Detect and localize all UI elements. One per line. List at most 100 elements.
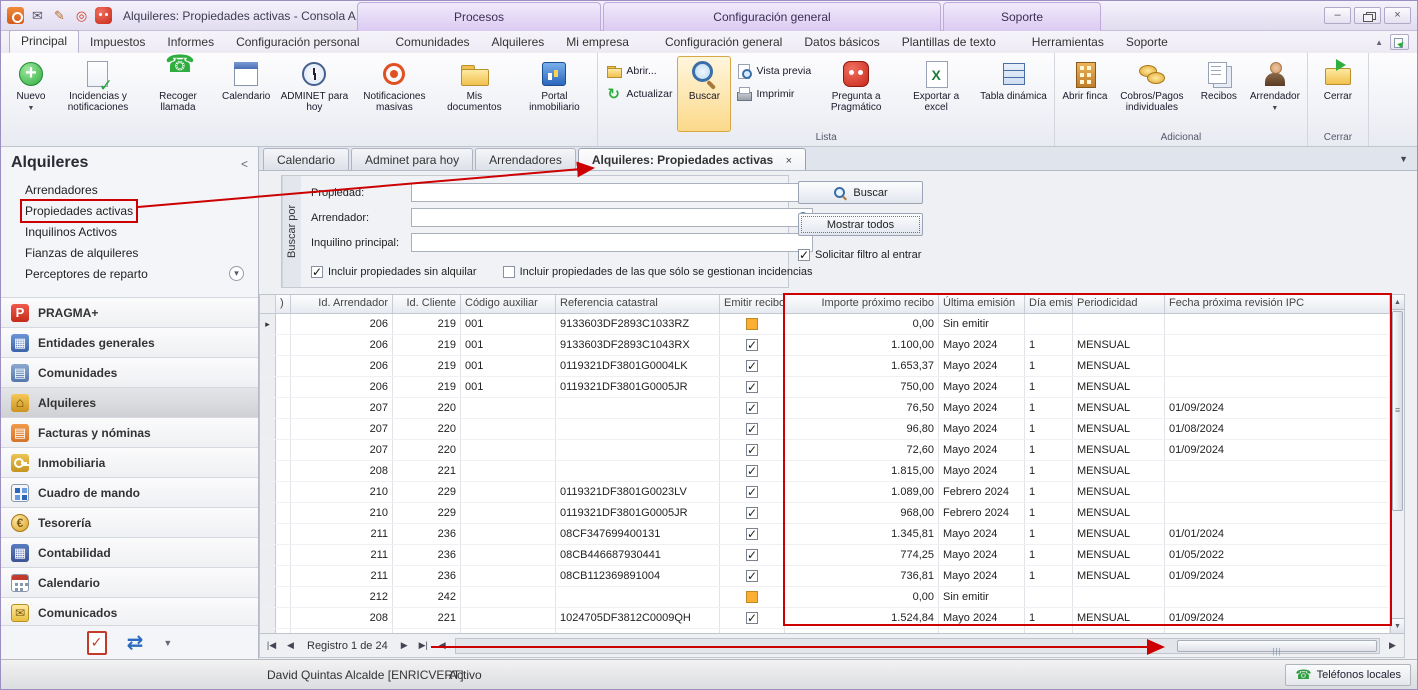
checked-checkbox-icon[interactable] bbox=[746, 423, 758, 435]
checked-checkbox-icon[interactable] bbox=[746, 570, 758, 582]
pending-checkbox-icon[interactable] bbox=[746, 591, 758, 603]
column-header[interactable]: Fecha próxima revisión IPC bbox=[1165, 295, 1390, 313]
sidebar-item[interactable]: Propiedades activas ▾ bbox=[23, 201, 258, 222]
table-row[interactable]: 20722076,50Mayo 20241MENSUAL01/09/2024 bbox=[260, 398, 1390, 419]
search-field-input[interactable] bbox=[411, 233, 813, 252]
ribbon-button[interactable]: Recoger llamada bbox=[138, 56, 218, 132]
ribbon-tab[interactable]: Principal bbox=[9, 30, 79, 53]
ribbon-small-button[interactable]: Actualizar bbox=[606, 86, 672, 102]
table-row[interactable]: 2062190019133603DF2893C1043RX1.100,00May… bbox=[260, 335, 1390, 356]
sidebar-module[interactable]: Contabilidad bbox=[1, 537, 258, 567]
scroll-down-icon[interactable]: ▼ bbox=[1391, 618, 1404, 633]
ribbon-button[interactable]: Pregunta a Pragmático bbox=[816, 56, 896, 132]
checked-checkbox-icon[interactable] bbox=[746, 528, 758, 540]
table-row[interactable]: 2102290119321DF3801G0023LV1.089,00Febrer… bbox=[260, 482, 1390, 503]
table-row[interactable]: 20722072,60Mayo 20241MENSUAL01/09/2024 bbox=[260, 440, 1390, 461]
sidebar-module[interactable]: Comunidades bbox=[1, 357, 258, 387]
ribbon-button[interactable]: Nuevo ▼ bbox=[4, 56, 58, 132]
table-row[interactable]: 20722096,80Mayo 20241MENSUAL01/08/2024 bbox=[260, 419, 1390, 440]
sidebar-module[interactable]: Tesorería bbox=[1, 507, 258, 537]
table-row[interactable]: 2082211024705DF3812C0009QH1.524,84Mayo 2… bbox=[260, 608, 1390, 629]
column-header[interactable]: Id. Cliente bbox=[393, 295, 461, 313]
ribbon-button[interactable]: Cerrar bbox=[1311, 56, 1365, 132]
table-row[interactable]: 2082211024705DF3812C0010QH917,09Mayo 202… bbox=[260, 629, 1390, 633]
ribbon-tab[interactable]: Informes bbox=[156, 32, 225, 53]
ribbon-tab[interactable]: Configuración personal bbox=[225, 32, 370, 53]
table-row[interactable]: 2082211.815,00Mayo 20241MENSUAL bbox=[260, 461, 1390, 482]
collapse-ribbon-icon[interactable]: ▲ bbox=[1375, 38, 1383, 47]
sidebar-module[interactable]: Inmobiliaria bbox=[1, 447, 258, 477]
hscrollbar-thumb[interactable]: ||| bbox=[1177, 640, 1377, 652]
column-header[interactable]: Día emisión bbox=[1025, 295, 1073, 313]
ribbon-button[interactable]: Recibos bbox=[1192, 56, 1246, 132]
ribbon-button[interactable]: Portal inmobiliario bbox=[514, 56, 594, 132]
checked-checkbox-icon[interactable] bbox=[746, 339, 758, 351]
ribbon-tab[interactable]: Herramientas bbox=[1021, 32, 1115, 53]
ribbon-button[interactable]: Notificaciones masivas bbox=[354, 56, 434, 132]
app-icon[interactable] bbox=[7, 7, 24, 24]
table-row[interactable]: 21123608CB112369891004736,81Mayo 20241ME… bbox=[260, 566, 1390, 587]
filter-checkbox[interactable]: Incluir propiedades sin alquilar bbox=[311, 266, 477, 278]
prev-record-button[interactable]: ◀ bbox=[282, 637, 299, 655]
sync-arrows-icon[interactable]: ⇄ bbox=[127, 630, 144, 655]
ribbon-button[interactable]: ADMINET para hoy bbox=[274, 56, 354, 132]
checked-checkbox-icon[interactable] bbox=[746, 486, 758, 498]
table-row[interactable]: ▸2062190019133603DF2893C1033RZ0,00Sin em… bbox=[260, 314, 1390, 335]
sidebar-item[interactable]: Repartos a perceptores ▾ bbox=[23, 285, 258, 288]
document-tab[interactable]: Alquileres: Propiedades activas × bbox=[578, 148, 806, 170]
sidebar-module[interactable]: Entidades generales bbox=[1, 327, 258, 357]
tasks-checklist-icon[interactable]: ✓ bbox=[87, 631, 107, 655]
table-row[interactable]: 2062190010119321DF3801G0005JR750,00Mayo … bbox=[260, 377, 1390, 398]
column-header[interactable]: Referencia catastral bbox=[556, 295, 720, 313]
ribbon-tab[interactable]: Comunidades bbox=[385, 32, 481, 53]
sidebar-module[interactable]: Comunicados bbox=[1, 597, 258, 627]
vscrollbar-thumb[interactable]: ≡ bbox=[1392, 311, 1403, 511]
sidebar-item[interactable]: Perceptores de reparto ▾ bbox=[23, 264, 258, 285]
pending-checkbox-icon[interactable] bbox=[746, 318, 758, 330]
mail-icon[interactable]: ✉ bbox=[29, 7, 46, 24]
checked-checkbox-icon[interactable] bbox=[746, 402, 758, 414]
search-field-input[interactable] bbox=[411, 208, 813, 227]
checked-checkbox-icon[interactable] bbox=[746, 612, 758, 624]
table-row[interactable]: 21123608CB446687930441774,25Mayo 20241ME… bbox=[260, 545, 1390, 566]
checked-checkbox-icon[interactable] bbox=[746, 507, 758, 519]
minimize-button[interactable]: – bbox=[1324, 7, 1351, 24]
scroll-down-circle-icon[interactable]: ▾ bbox=[229, 266, 244, 281]
sidebar-module[interactable]: Calendario bbox=[1, 567, 258, 597]
sidebar-module[interactable]: Alquileres bbox=[1, 387, 258, 417]
notifications-icon[interactable]: ◎ bbox=[73, 7, 90, 24]
ribbon-small-button[interactable]: Abrir... bbox=[606, 63, 656, 79]
checked-checkbox-icon[interactable] bbox=[746, 465, 758, 477]
ribbon-tab[interactable]: Plantillas de texto bbox=[891, 32, 1007, 53]
checked-checkbox-icon[interactable] bbox=[746, 381, 758, 393]
footer-dropdown-icon[interactable]: ▼ bbox=[163, 638, 172, 648]
sidebar-module[interactable]: Cuadro de mando bbox=[1, 477, 258, 507]
tab-list-dropdown-icon[interactable]: ▼ bbox=[1399, 154, 1408, 164]
ribbon-tab[interactable]: Impuestos bbox=[79, 32, 156, 53]
sidebar-module[interactable]: PRAGMA+ bbox=[1, 297, 258, 327]
checked-checkbox-icon[interactable] bbox=[746, 444, 758, 456]
ribbon-button[interactable]: Calendario bbox=[218, 56, 274, 132]
column-header[interactable]: Periodicidad bbox=[1073, 295, 1165, 313]
ribbon-tab[interactable]: Mi empresa bbox=[555, 32, 640, 53]
ribbon-button[interactable]: Abrir finca bbox=[1058, 56, 1112, 132]
vertical-scrollbar[interactable]: ▲ ≡ ▼ bbox=[1390, 295, 1404, 633]
ribbon-tab[interactable]: Configuración general bbox=[654, 32, 793, 53]
collapse-sidebar-icon[interactable]: < bbox=[241, 157, 248, 171]
hscroll-left-button[interactable]: ◀ bbox=[434, 637, 451, 655]
ribbon-button[interactable]: Cobros/Pagos individuales bbox=[1112, 56, 1192, 132]
sidebar-item[interactable]: Arrendadores ▾ bbox=[23, 180, 258, 201]
search-field-input[interactable] bbox=[411, 183, 813, 202]
table-row[interactable]: 21123608CF3476994001311.345,81Mayo 20241… bbox=[260, 524, 1390, 545]
ribbon-button[interactable]: Mis documentos bbox=[434, 56, 514, 132]
close-tab-icon[interactable]: × bbox=[786, 155, 792, 167]
ribbon-tab[interactable]: Datos básicos bbox=[793, 32, 890, 53]
document-tab[interactable]: Calendario × bbox=[263, 148, 349, 170]
column-header[interactable]: Importe próximo recibo bbox=[785, 295, 939, 313]
column-header[interactable]: Código auxiliar bbox=[461, 295, 556, 313]
ribbon-button[interactable]: Arrendador ▼ bbox=[1246, 56, 1304, 132]
next-record-button[interactable]: ▶ bbox=[396, 637, 413, 655]
restore-button[interactable] bbox=[1354, 7, 1381, 24]
horizontal-scrollbar[interactable]: ||| bbox=[455, 638, 1380, 654]
panel-window-icon[interactable] bbox=[1390, 34, 1409, 50]
